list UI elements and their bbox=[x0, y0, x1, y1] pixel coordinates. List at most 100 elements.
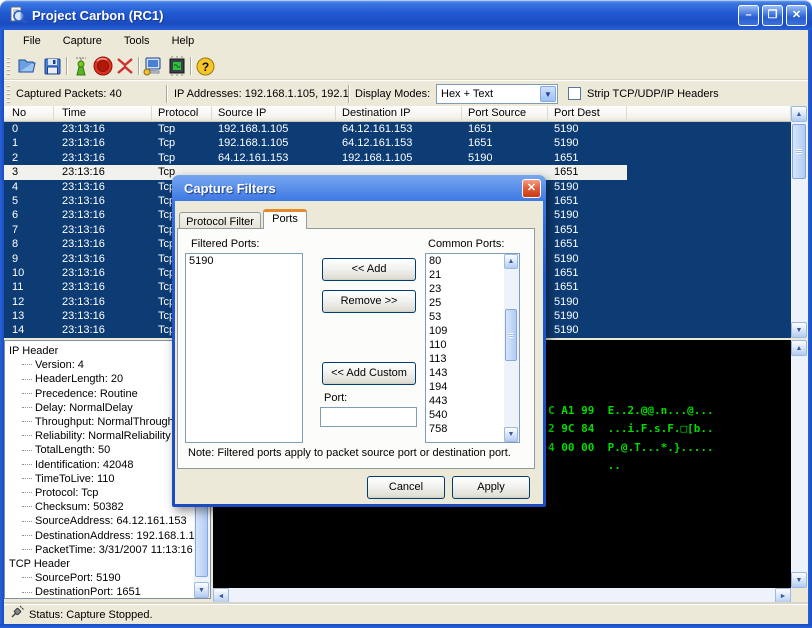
tree-item[interactable]: Delay: NormalDelay bbox=[9, 401, 194, 415]
cell-time: 23:13:16 bbox=[54, 295, 152, 309]
tree-item[interactable]: PacketTime: 3/31/2007 11:13:16 PM bbox=[9, 543, 194, 557]
column-header-destination-ip[interactable]: Destination IP bbox=[336, 106, 462, 121]
packet-table-scrollbar[interactable]: ▲ ▼ bbox=[791, 106, 808, 338]
hex-vertical-scrollbar[interactable]: ▲ ▼ bbox=[791, 340, 808, 588]
strip-headers-checkbox[interactable] bbox=[568, 87, 581, 100]
chevron-down-icon[interactable]: ▼ bbox=[540, 86, 556, 102]
common-port-item[interactable]: 113 bbox=[426, 352, 504, 366]
help-icon[interactable]: ? bbox=[194, 55, 216, 77]
add-button[interactable]: << Add bbox=[322, 258, 416, 281]
tree-item[interactable]: DestinationPort: 1651 bbox=[9, 585, 194, 598]
tree-item[interactable]: Protocol: Tcp bbox=[9, 486, 194, 500]
scroll-left-icon[interactable]: ◄ bbox=[213, 588, 229, 604]
cell-time: 23:13:16 bbox=[54, 165, 152, 179]
start-capture-icon[interactable] bbox=[70, 55, 92, 77]
apply-button[interactable]: Apply bbox=[452, 476, 530, 499]
tree-item[interactable]: Throughput: NormalThroughput bbox=[9, 415, 194, 429]
hex-line: 2 9C 84 ...i.F.s.F.□[b.. bbox=[548, 420, 714, 439]
tree-item[interactable]: HeaderLength: 20 bbox=[9, 372, 194, 386]
scrollbar-thumb[interactable] bbox=[505, 309, 517, 361]
scroll-down-icon[interactable]: ▼ bbox=[791, 322, 807, 338]
common-port-item[interactable]: 110 bbox=[426, 338, 504, 352]
network-computer-icon[interactable] bbox=[142, 55, 164, 77]
tree-section-label[interactable]: TCP Header bbox=[9, 557, 194, 571]
filtered-ports-list[interactable]: 5190 bbox=[185, 253, 303, 443]
column-header-port-dest[interactable]: Port Dest bbox=[548, 106, 627, 121]
cancel-button[interactable]: Cancel bbox=[367, 476, 445, 499]
common-port-item[interactable]: 80 bbox=[426, 254, 504, 268]
open-icon[interactable] bbox=[17, 55, 39, 77]
scroll-down-icon[interactable]: ▼ bbox=[194, 582, 209, 598]
common-ports-scrollbar[interactable]: ▲ ▼ bbox=[504, 254, 519, 442]
tree-item[interactable]: TimeToLive: 110 bbox=[9, 472, 194, 486]
port-input[interactable] bbox=[320, 407, 417, 427]
filtered-port-item[interactable]: 5190 bbox=[186, 254, 302, 268]
common-port-item[interactable]: 540 bbox=[426, 408, 504, 422]
memory-chip-icon[interactable] bbox=[166, 55, 188, 77]
column-header-time[interactable]: Time bbox=[54, 106, 152, 121]
display-mode-value: Hex + Text bbox=[441, 88, 493, 100]
column-header-no[interactable]: No bbox=[4, 106, 54, 121]
stop-capture-icon[interactable] bbox=[92, 55, 114, 77]
scroll-up-icon[interactable]: ▲ bbox=[791, 340, 807, 356]
scroll-down-icon[interactable]: ▼ bbox=[791, 572, 807, 588]
cell-no: 11 bbox=[4, 280, 54, 294]
scroll-right-icon[interactable]: ► bbox=[775, 588, 791, 604]
common-port-item[interactable]: 758 bbox=[426, 422, 504, 436]
menu-item[interactable]: Tools bbox=[113, 32, 161, 50]
strip-headers-label[interactable]: Strip TCP/UDP/IP Headers bbox=[587, 88, 719, 100]
packet-row[interactable]: 1 23:13:16 Tcp 192.168.1.105 64.12.161.1… bbox=[4, 136, 791, 150]
clear-icon[interactable] bbox=[114, 55, 136, 77]
dialog-close-icon[interactable]: ✕ bbox=[522, 179, 541, 198]
tree-section-label[interactable]: IP Header bbox=[9, 344, 194, 358]
column-header-port-source[interactable]: Port Source bbox=[462, 106, 548, 121]
tab-ports[interactable]: Ports bbox=[263, 209, 307, 229]
tree-item[interactable]: DestinationAddress: 192.168.1.105 bbox=[9, 529, 194, 543]
cell-filler bbox=[627, 136, 791, 150]
tree-item[interactable]: Version: 4 bbox=[9, 358, 194, 372]
column-header-source-ip[interactable]: Source IP bbox=[212, 106, 336, 121]
menu-item[interactable]: File bbox=[12, 32, 52, 50]
ip-addresses-label: IP Addresses: 192.168.1.105, 192.1 bbox=[174, 88, 349, 100]
hex-horizontal-scrollbar[interactable]: ◄ ► bbox=[213, 588, 791, 604]
cell-port-dest: 5190 bbox=[548, 252, 627, 266]
menu-item[interactable]: Capture bbox=[52, 32, 113, 50]
menu-item[interactable]: Help bbox=[161, 32, 206, 50]
common-port-item[interactable]: 21 bbox=[426, 268, 504, 282]
common-port-item[interactable]: 194 bbox=[426, 380, 504, 394]
maximize-button[interactable]: ❐ bbox=[762, 5, 783, 26]
common-port-item[interactable]: 23 bbox=[426, 282, 504, 296]
packet-row[interactable]: 0 23:13:16 Tcp 192.168.1.105 64.12.161.1… bbox=[4, 122, 791, 136]
tree-item[interactable]: TotalLength: 50 bbox=[9, 443, 194, 457]
save-icon[interactable] bbox=[41, 55, 63, 77]
common-ports-list[interactable]: 8021232553109110113143194443540758 ▲ ▼ bbox=[425, 253, 520, 443]
common-port-item[interactable]: 109 bbox=[426, 324, 504, 338]
common-port-item[interactable]: 143 bbox=[426, 366, 504, 380]
minimize-button[interactable]: – bbox=[738, 5, 759, 26]
cell-filler bbox=[627, 237, 791, 251]
cell-source-ip: 192.168.1.105 bbox=[212, 122, 336, 136]
tree-item[interactable]: Precedence: Routine bbox=[9, 387, 194, 401]
remove-button[interactable]: Remove >> bbox=[322, 290, 416, 313]
common-port-item[interactable]: 443 bbox=[426, 394, 504, 408]
scrollbar-thumb[interactable] bbox=[792, 124, 806, 179]
tree-item[interactable]: Checksum: 50382 bbox=[9, 500, 194, 514]
packet-table-header: No Time Protocol Source IP Destination I… bbox=[4, 106, 791, 122]
tree-item[interactable]: Identification: 42048 bbox=[9, 458, 194, 472]
common-port-item[interactable]: 25 bbox=[426, 296, 504, 310]
scroll-up-icon[interactable]: ▲ bbox=[791, 106, 807, 122]
tree-item[interactable]: SourceAddress: 64.12.161.153 bbox=[9, 514, 194, 528]
hex-line: 4 00 00 P.@.T...*.}..... bbox=[548, 439, 714, 458]
close-button[interactable]: ✕ bbox=[786, 5, 807, 26]
display-mode-select[interactable]: Hex + Text ▼ bbox=[436, 84, 558, 104]
column-header-protocol[interactable]: Protocol bbox=[152, 106, 212, 121]
scroll-down-icon[interactable]: ▼ bbox=[504, 427, 518, 442]
add-custom-button[interactable]: << Add Custom bbox=[322, 362, 416, 385]
scroll-up-icon[interactable]: ▲ bbox=[504, 254, 518, 269]
app-icon bbox=[9, 6, 27, 24]
tree-item[interactable]: Reliability: NormalReliability bbox=[9, 429, 194, 443]
packet-row[interactable]: 2 23:13:16 Tcp 64.12.161.153 192.168.1.1… bbox=[4, 151, 791, 165]
tree-item[interactable]: SourcePort: 5190 bbox=[9, 571, 194, 585]
cell-time: 23:13:16 bbox=[54, 309, 152, 323]
common-port-item[interactable]: 53 bbox=[426, 310, 504, 324]
